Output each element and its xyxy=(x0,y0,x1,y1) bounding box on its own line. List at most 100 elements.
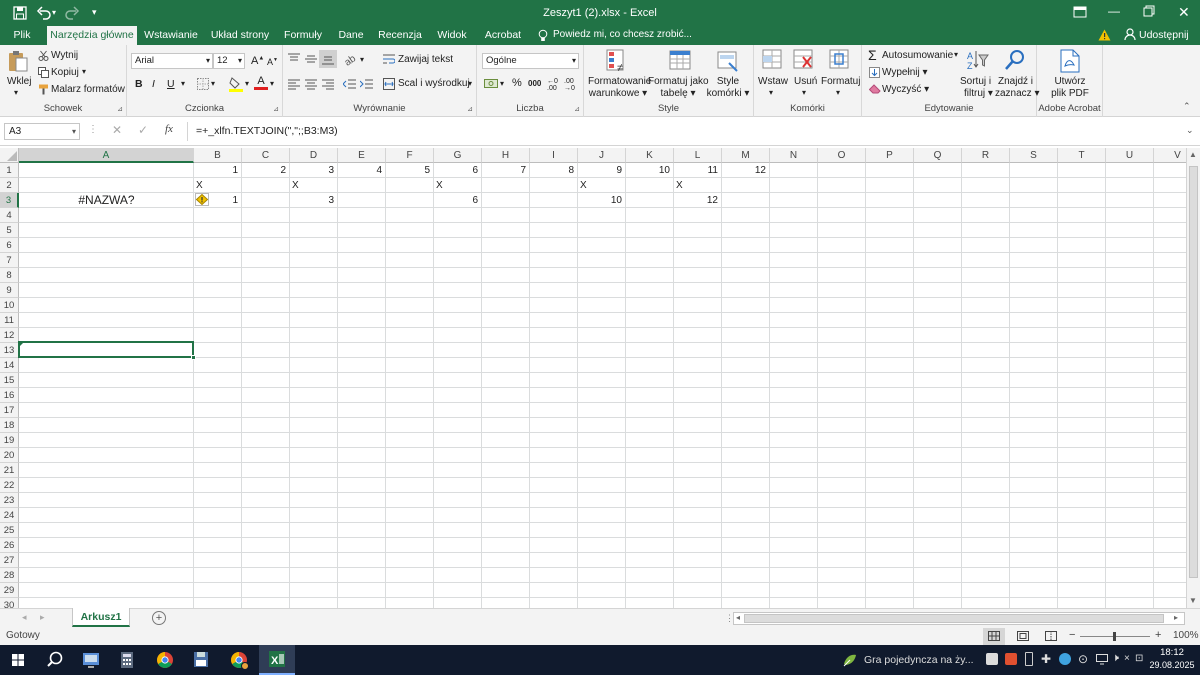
insert-cells-button[interactable]: Wstaw xyxy=(758,76,788,87)
keyboard-icon[interactable]: ⊡ xyxy=(1135,653,1143,664)
sort-filter-button[interactable]: filtruj ▾ xyxy=(964,88,993,99)
cell-g1[interactable]: 6 xyxy=(434,163,478,178)
cell-styles-icon[interactable] xyxy=(717,49,739,73)
format-as-table-label-1[interactable]: Formatuj jako xyxy=(648,76,709,87)
scroll-right-icon[interactable]: ▸ xyxy=(1174,613,1178,622)
cell-styles-label-1[interactable]: Style xyxy=(708,76,748,87)
cell-m1[interactable]: 12 xyxy=(722,163,766,178)
warning-icon[interactable] xyxy=(1098,29,1111,41)
delete-cells-icon[interactable] xyxy=(793,49,813,71)
tab-home[interactable]: Narzędzia główne xyxy=(47,26,137,45)
conditional-formatting-button[interactable]: warunkowe ▾ xyxy=(588,88,648,99)
normal-view-icon[interactable] xyxy=(983,628,1005,645)
tray-antivirus-icon[interactable] xyxy=(1005,653,1017,665)
font-size-select[interactable]: 12 ▾ xyxy=(213,53,245,69)
paste-icon[interactable] xyxy=(7,49,29,73)
tray-cloud-icon[interactable] xyxy=(1059,653,1071,665)
add-sheet-button[interactable]: + xyxy=(152,611,166,625)
underline-dropdown-icon[interactable]: ▾ xyxy=(181,79,185,88)
cell-g3[interactable]: 6 xyxy=(434,193,478,208)
user-icon[interactable] xyxy=(1124,28,1136,41)
cell-j2[interactable]: X xyxy=(580,178,624,193)
clock-date[interactable]: 29.08.2025 xyxy=(1146,660,1198,670)
find-select-icon[interactable] xyxy=(1004,49,1026,71)
thousands-button[interactable]: 000 xyxy=(528,79,541,88)
format-as-table-icon[interactable] xyxy=(669,49,691,73)
vertical-scrollbar[interactable]: ▲ ▼ xyxy=(1186,148,1200,608)
cell-j1[interactable]: 9 xyxy=(578,163,622,178)
page-layout-icon[interactable] xyxy=(1017,631,1029,641)
bold-button[interactable]: B xyxy=(135,78,143,90)
align-bottom-icon[interactable] xyxy=(319,50,337,68)
excel-taskbar-icon[interactable]: X xyxy=(259,645,295,675)
share-button[interactable]: Udostępnij xyxy=(1139,29,1189,41)
mute-icon[interactable]: × xyxy=(1124,653,1130,664)
horizontal-scroll-thumb[interactable] xyxy=(744,614,1164,623)
font-color-icon[interactable]: A xyxy=(254,75,268,90)
next-sheet-icon[interactable]: ▸ xyxy=(40,612,45,623)
eraser-icon[interactable] xyxy=(869,84,881,94)
prev-sheet-icon[interactable]: ◂ xyxy=(22,612,27,623)
volume-icon[interactable]: 🕨 xyxy=(1112,652,1119,665)
decrease-decimal-icon[interactable]: .00 →0 xyxy=(564,78,575,92)
tab-acrobat[interactable]: Acrobat xyxy=(480,26,526,45)
fill-dropdown-icon[interactable]: ▾ xyxy=(245,79,249,88)
cell-c1[interactable]: 2 xyxy=(242,163,286,178)
delete-dropdown-icon[interactable]: ▾ xyxy=(802,88,806,97)
cell-e1[interactable]: 4 xyxy=(338,163,382,178)
scroll-left-icon[interactable]: ◂ xyxy=(736,613,740,622)
dialog-launcher-icon[interactable]: ⊿ xyxy=(117,105,123,113)
scroll-down-icon[interactable]: ▼ xyxy=(1189,596,1197,605)
currency-dropdown-icon[interactable]: ▾ xyxy=(500,79,504,88)
align-left-icon[interactable] xyxy=(287,78,301,90)
grow-font-button[interactable]: A▲ xyxy=(251,55,264,67)
expand-formula-icon[interactable]: ⌄ xyxy=(1186,125,1194,136)
create-pdf-icon[interactable] xyxy=(1059,49,1081,73)
find-select-button[interactable]: zaznacz ▾ xyxy=(995,88,1040,99)
increase-decimal-icon[interactable]: ←0.00 xyxy=(547,78,558,92)
tell-me-input[interactable]: Powiedz mi, co chcesz zrobić... xyxy=(553,29,692,40)
cell-l2[interactable]: X xyxy=(676,178,720,193)
scissors-icon[interactable] xyxy=(38,50,49,61)
chrome-profile-icon[interactable] xyxy=(221,645,257,675)
search-icon[interactable] xyxy=(37,645,73,675)
copy-icon[interactable] xyxy=(38,67,49,78)
copy-dropdown-icon[interactable]: ▾ xyxy=(82,67,86,76)
autosum-button[interactable]: Autosumowanie xyxy=(882,50,953,61)
cell-d3[interactable]: 3 xyxy=(290,193,334,208)
tray-network-icon[interactable]: ⊙ xyxy=(1078,652,1088,666)
tray-usb-icon[interactable] xyxy=(1025,652,1033,666)
dialog-launcher-icon[interactable]: ⊿ xyxy=(574,105,580,113)
dialog-launcher-icon[interactable]: ⊿ xyxy=(273,105,279,113)
create-pdf-label-2[interactable]: plik PDF xyxy=(1037,88,1103,99)
merge-center-icon[interactable] xyxy=(383,78,395,90)
decrease-indent-icon[interactable] xyxy=(343,78,357,90)
cut-button[interactable]: Wytnij xyxy=(51,50,78,61)
clock-time[interactable]: 18:12 xyxy=(1150,647,1194,658)
paste-dropdown-icon[interactable]: ▾ xyxy=(14,88,18,97)
dialog-launcher-icon[interactable]: ⊿ xyxy=(467,105,473,113)
cancel-icon[interactable]: ✕ xyxy=(112,123,122,137)
fill-color-icon[interactable] xyxy=(229,76,243,92)
scroll-up-icon[interactable]: ▲ xyxy=(1189,150,1197,159)
chrome-icon[interactable] xyxy=(147,645,183,675)
borders-dropdown-icon[interactable]: ▾ xyxy=(211,79,215,88)
floppy-app-icon[interactable] xyxy=(183,645,219,675)
fill-button[interactable]: Wypełnij ▾ xyxy=(882,67,928,78)
tab-insert[interactable]: Wstawianie xyxy=(141,26,201,45)
zoom-out-button[interactable]: − xyxy=(1069,629,1075,641)
align-middle-icon[interactable] xyxy=(304,53,318,65)
tab-data[interactable]: Dane xyxy=(334,26,368,45)
tab-file[interactable]: Plik xyxy=(6,26,38,45)
find-select-label-1[interactable]: Znajdź i xyxy=(998,76,1033,87)
tray-display-icon[interactable] xyxy=(1096,653,1108,665)
cell-h1[interactable]: 7 xyxy=(482,163,526,178)
worksheet-grid[interactable]: ABCDEFGHIJKLMNOPQRSTUV 1 2 3 4 5 6 7 8 9 10 11 12 13… xyxy=(0,148,1200,608)
windows-start-icon[interactable] xyxy=(0,645,36,675)
copy-button[interactable]: Kopiuj xyxy=(51,67,79,78)
conditional-formatting-label-1[interactable]: Formatowanie xyxy=(588,76,651,87)
increase-indent-icon[interactable] xyxy=(360,78,374,90)
horizontal-scrollbar[interactable]: ◂ ▸ xyxy=(733,612,1185,625)
percent-button[interactable]: % xyxy=(512,77,522,89)
tab-formulas[interactable]: Formuły xyxy=(280,26,326,45)
